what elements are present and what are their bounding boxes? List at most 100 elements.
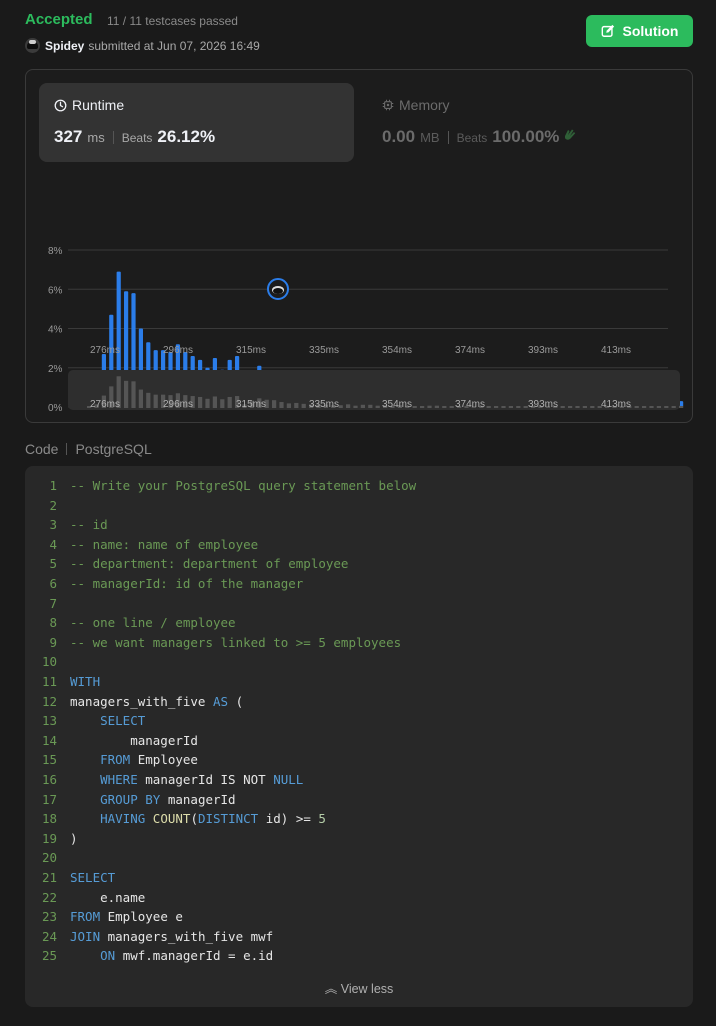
code-line: -- Write your PostgreSQL query statement… <box>70 478 416 493</box>
line-number: 3 <box>49 517 57 533</box>
code-header: Code PostgreSQL <box>25 441 152 457</box>
code-line: managers_with_five AS ( <box>70 694 243 709</box>
username[interactable]: Spidey <box>45 39 84 53</box>
code-line: SELECT <box>70 713 145 728</box>
mini-bar <box>294 402 299 408</box>
chip-icon <box>382 99 394 111</box>
runtime-beats-label: Beats <box>121 131 153 145</box>
slider-tick-label: 296ms <box>163 399 193 410</box>
clock-icon <box>54 99 67 111</box>
code-token: DISTINCT <box>197 811 259 827</box>
code-line: WITH <box>70 674 100 689</box>
line-number: 16 <box>41 772 57 787</box>
code-line: -- id <box>70 517 108 532</box>
mini-bar <box>590 406 595 408</box>
line-number: 22 <box>41 889 57 905</box>
mini-bar <box>360 404 365 408</box>
mini-bar <box>642 406 647 408</box>
line-number: 18 <box>41 811 57 827</box>
mini-bar <box>124 380 129 408</box>
code-viewer[interactable]: 1 -- Write your PostgreSQL query statemen… <box>25 466 693 1007</box>
avatar[interactable] <box>25 38 40 53</box>
code-token: ) <box>70 830 78 846</box>
mini-bar <box>138 389 143 408</box>
line-number: 2 <box>49 497 57 513</box>
x-tick-label: 276ms <box>90 345 120 356</box>
code-token: FROM <box>100 752 131 768</box>
submission-info: Spidey submitted at Jun 07, 2026 16:49 <box>25 38 260 53</box>
line-number: 21 <box>41 870 57 885</box>
code-token: -- department: department of employee <box>70 556 349 572</box>
mini-bar <box>346 404 351 408</box>
mini-bar <box>434 405 439 408</box>
mini-bar <box>412 406 417 408</box>
code-token: e.name <box>70 889 146 905</box>
mini-bar <box>131 381 136 408</box>
x-axis-labels: 276ms 296ms 315ms 335ms 354ms 374ms 393ms 413ms <box>90 345 631 356</box>
solution-button[interactable]: Solution <box>586 15 693 47</box>
line-number: 9 <box>49 634 57 650</box>
code-token: FROM <box>70 909 101 925</box>
runtime-distribution-chart[interactable]: 8% 6% 4% 2% 0% 276ms 296ms 315ms 335ms 354ms 374m… <box>26 170 692 420</box>
code-token: managerId <box>70 732 198 748</box>
code-token: managers_with_five <box>70 693 213 709</box>
mini-bar <box>671 406 676 408</box>
y-tick-label: 8% <box>48 246 63 257</box>
line-number: 6 <box>49 576 57 591</box>
mini-bar <box>427 405 432 408</box>
runtime-unit: ms <box>87 130 105 145</box>
runtime-values: 327 ms Beats 26.12% <box>54 127 215 147</box>
line-number: 10 <box>41 654 57 670</box>
code-token: managers_with_five mwf <box>100 928 274 944</box>
code-line: ) <box>70 831 78 846</box>
code-line: -- managerId: id of the manager <box>70 576 303 591</box>
view-less-button[interactable]: ︽ View less <box>25 978 693 997</box>
code-token: ( <box>228 693 244 709</box>
clap-icon <box>565 129 576 140</box>
code-line: -- name: name of employee <box>70 537 258 552</box>
mini-bar <box>568 406 573 408</box>
code-line: WHERE managerId IS NOT NULL <box>70 772 303 787</box>
runtime-card[interactable]: Runtime 327 ms Beats 26.12% <box>39 83 354 162</box>
code-token: 5 <box>318 811 326 827</box>
code-token: id) >= <box>258 811 319 827</box>
range-slider[interactable] <box>68 370 680 410</box>
code-token: HAVING <box>100 811 146 827</box>
mini-bar <box>634 406 639 408</box>
code-line: -- department: department of employee <box>70 556 348 571</box>
mini-bar <box>582 406 587 408</box>
divider <box>66 443 68 455</box>
y-tick-label: 0% <box>48 403 63 414</box>
slider-tick-label: 393ms <box>528 399 558 410</box>
x-tick-label: 374ms <box>455 345 485 356</box>
slider-tick-label: 315ms <box>236 399 266 410</box>
performance-panel: Runtime 327 ms Beats 26.12% Memory 0.00 … <box>25 69 693 423</box>
solution-label: Solution <box>622 23 679 39</box>
mini-bar <box>375 405 380 408</box>
code-line: JOIN managers_with_five mwf <box>70 929 273 944</box>
status-accepted: Accepted <box>25 11 93 28</box>
slider-tick-label: 335ms <box>309 399 339 410</box>
submitted-at: submitted at Jun 07, 2026 16:49 <box>88 38 260 53</box>
line-number: 12 <box>41 693 57 709</box>
mini-bar <box>575 406 580 408</box>
x-tick-label: 413ms <box>601 345 631 356</box>
code-token: ON <box>100 948 116 964</box>
testcases-passed: 11 / 11 testcases passed <box>107 14 238 28</box>
line-number: 13 <box>41 713 57 729</box>
memory-label: Memory <box>399 97 450 113</box>
code-line: -- we want managers linked to >= 5 emplo… <box>70 635 401 650</box>
mini-bar <box>368 404 373 408</box>
runtime-title: Runtime <box>54 97 124 113</box>
mini-bar <box>227 396 232 408</box>
code-token: Employee e <box>100 909 183 925</box>
x-tick-label: 315ms <box>236 345 266 356</box>
code-line: FROM Employee e <box>70 909 183 924</box>
code-line: ON mwf.managerId = e.id <box>70 948 273 963</box>
line-number: 17 <box>41 791 57 807</box>
code-token: -- we want managers linked to >= 5 emplo… <box>70 634 402 650</box>
code-token: COUNT <box>152 811 191 827</box>
code-token: ( <box>190 811 198 827</box>
memory-card[interactable]: Memory 0.00 MB Beats 100.00% <box>367 83 667 162</box>
